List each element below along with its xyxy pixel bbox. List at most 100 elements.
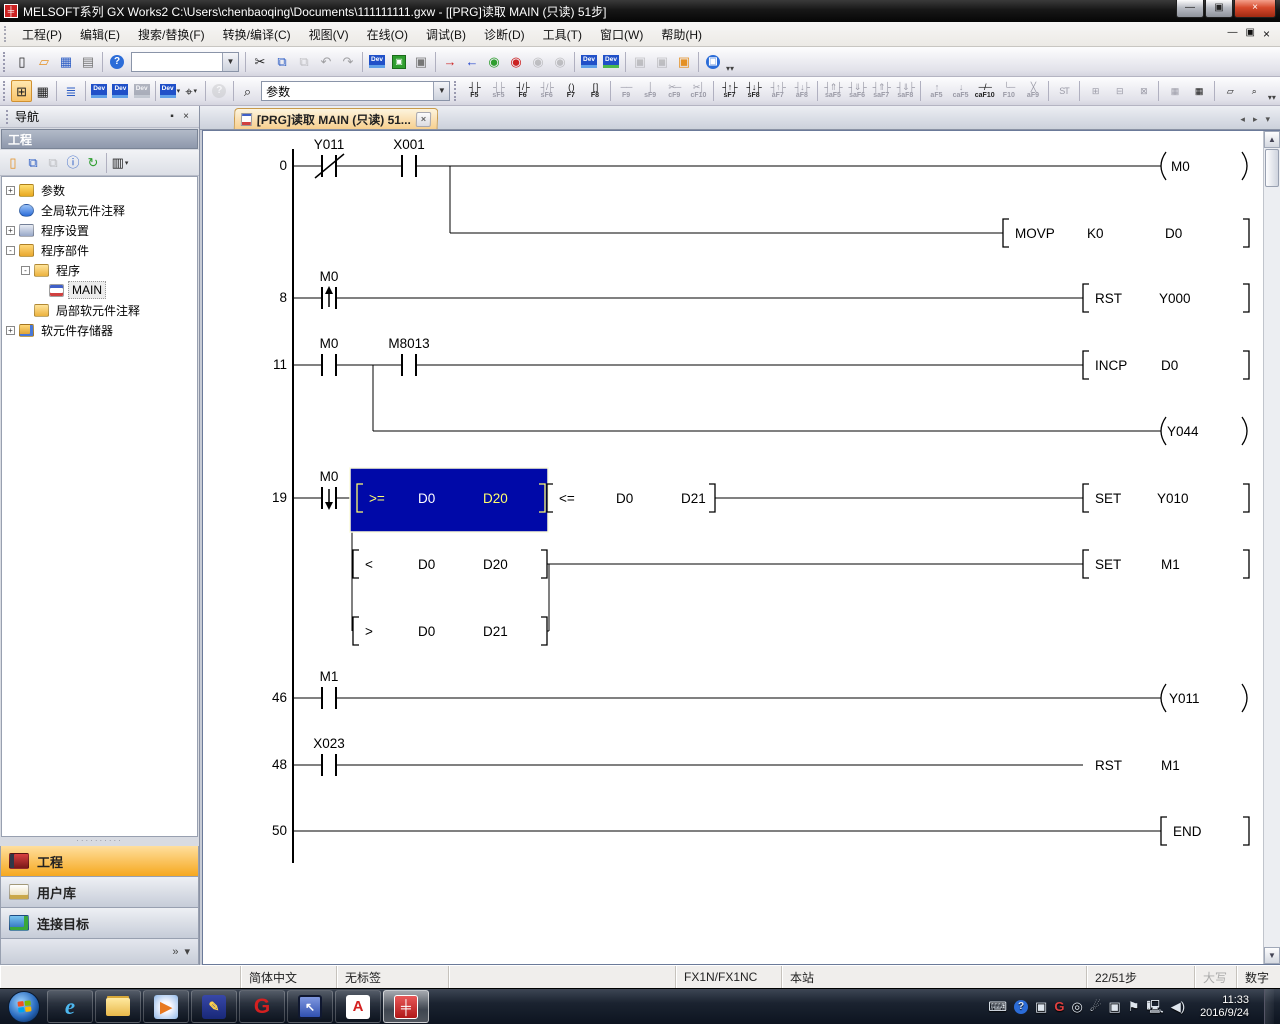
- tray-clock[interactable]: 11:33 2016/9/24: [1192, 994, 1257, 1020]
- device-batch-monitor-button[interactable]: Dev: [578, 51, 600, 73]
- window-tile-button[interactable]: ▣: [651, 51, 673, 73]
- menu-item-7[interactable]: 诊断(D): [475, 23, 534, 46]
- button-cF10[interactable]: ✂│cF10: [686, 79, 710, 104]
- tree-item-程序[interactable]: -程序: [2, 260, 197, 280]
- stack-dd-button[interactable]: ▾: [184, 945, 190, 958]
- monitor-stop-button[interactable]: ◉: [505, 51, 527, 73]
- tree-item-程序设置[interactable]: +程序设置: [2, 220, 197, 240]
- device-display-button[interactable]: Dev▾: [159, 80, 180, 102]
- designer-taskbar-button[interactable]: ✎: [191, 990, 237, 1023]
- mdi-close-button[interactable]: ×: [1263, 27, 1270, 41]
- device-list-button[interactable]: Dev: [110, 80, 131, 102]
- quick-find-combo[interactable]: ▼: [131, 52, 239, 72]
- tree-expander[interactable]: +: [6, 186, 15, 195]
- button-aF8[interactable]: ┤↓├aF8: [790, 79, 814, 104]
- expand-tray-icon[interactable]: ▣: [1035, 1000, 1047, 1013]
- pin-icon[interactable]: ▪: [165, 111, 179, 122]
- menu-item-3[interactable]: 转换/编译(C): [214, 23, 300, 46]
- button-caF10[interactable]: ─/─caF10: [973, 79, 997, 104]
- button-F7[interactable]: ( )F7: [559, 79, 583, 104]
- monitor-tray-icon[interactable]: ▣: [1108, 1000, 1120, 1013]
- redo-button[interactable]: ↷: [337, 51, 359, 73]
- maximize-button[interactable]: ▣: [1205, 0, 1233, 18]
- tab-scroll-right-icon[interactable]: ▸: [1253, 114, 1258, 125]
- button-F5[interactable]: ┤├F5: [462, 79, 486, 104]
- nav-paste-button[interactable]: ⧉: [43, 153, 63, 173]
- menu-item-6[interactable]: 调试(B): [417, 23, 475, 46]
- action-center-tray-icon[interactable]: ⚑: [1128, 1000, 1140, 1013]
- device-combo[interactable]: 参数▼: [261, 81, 450, 101]
- tree-item-局部软元件注释[interactable]: 局部软元件注释: [2, 300, 197, 320]
- button-▦[interactable]: ▦: [1187, 79, 1211, 104]
- button-sF9[interactable]: │sF9: [638, 79, 662, 104]
- monitor-write-button[interactable]: ▣: [410, 51, 432, 73]
- monitor-start-button[interactable]: ◉: [483, 51, 505, 73]
- mdi-minimize-button[interactable]: —: [1228, 27, 1238, 41]
- device-find-button[interactable]: Dev: [89, 80, 110, 102]
- close-button[interactable]: ×: [1234, 0, 1276, 18]
- nav-property-button[interactable]: ⓘ: [63, 153, 83, 173]
- menu-item-4[interactable]: 视图(V): [300, 23, 358, 46]
- tab-main-program[interactable]: [PRG]读取 MAIN (只读) 51... ×: [234, 108, 439, 129]
- network-tray-icon[interactable]: 🖳: [1146, 1000, 1163, 1013]
- explorer-taskbar-button[interactable]: [95, 990, 141, 1023]
- tab-close-icon[interactable]: ×: [416, 112, 432, 127]
- help-button[interactable]: ?: [106, 51, 128, 73]
- device-cross-reference-button[interactable]: Dev: [131, 80, 152, 102]
- find-button[interactable]: ⌕: [237, 80, 258, 102]
- ie-taskbar-button[interactable]: e: [47, 990, 93, 1023]
- button-saF6[interactable]: ┤⇓├saF6: [845, 79, 869, 104]
- button-saF5[interactable]: ┤⇑├saF5: [821, 79, 845, 104]
- panel-splitter[interactable]: ··········: [0, 837, 199, 846]
- keyboard-tray-icon[interactable]: ⌨: [988, 1000, 1007, 1013]
- stack-user-library-button[interactable]: 用户库: [0, 877, 199, 908]
- menu-item-10[interactable]: 帮助(H): [652, 23, 711, 46]
- button-aF7[interactable]: ┤↑├aF7: [766, 79, 790, 104]
- stack-more-button[interactable]: »: [172, 946, 178, 958]
- satellite-tray-icon[interactable]: ☄: [1090, 1000, 1102, 1013]
- gx-works2-taskbar-button[interactable]: ╪: [383, 990, 429, 1023]
- module-configuration-button[interactable]: ▦: [32, 80, 53, 102]
- menu-item-1[interactable]: 编辑(E): [71, 23, 129, 46]
- button-saF8[interactable]: ┤⇓├saF8: [893, 79, 917, 104]
- tree-expander[interactable]: +: [6, 326, 15, 335]
- button-ST[interactable]: ST: [1052, 79, 1076, 104]
- tree-item-MAIN[interactable]: MAIN: [2, 280, 197, 300]
- monitor-resume-button[interactable]: ◉: [549, 51, 571, 73]
- help-tray-icon[interactable]: ?: [1014, 1000, 1028, 1014]
- minimize-button[interactable]: —: [1176, 0, 1204, 18]
- button-saF7[interactable]: ┤⇑├saF7: [869, 79, 893, 104]
- open-file-button[interactable]: ▱: [33, 51, 55, 73]
- stack-project-button[interactable]: 工程: [0, 846, 199, 877]
- button-▱[interactable]: ▱: [1218, 79, 1242, 104]
- gom-taskbar-button[interactable]: G: [239, 990, 285, 1023]
- nav-copy-button[interactable]: ⧉: [23, 153, 43, 173]
- paste-button[interactable]: ⧉: [293, 51, 315, 73]
- button-sF7[interactable]: ┤↑├sF7: [717, 79, 741, 104]
- disc-tray-icon[interactable]: ◎: [1071, 1000, 1082, 1013]
- button-▦[interactable]: ▦: [1162, 79, 1186, 104]
- print-button[interactable]: ▤: [77, 51, 99, 73]
- button-sF5[interactable]: ┤├sF5: [486, 79, 510, 104]
- undo-button[interactable]: ↶: [315, 51, 337, 73]
- monitor-mode-button[interactable]: ▣: [388, 51, 410, 73]
- device-search-button[interactable]: ⌖▾: [181, 80, 202, 102]
- button-F9[interactable]: ──F9: [614, 79, 638, 104]
- tree-item-全局软元件注释[interactable]: 全局软元件注释: [2, 200, 197, 220]
- monitor-pause-button[interactable]: ◉: [527, 51, 549, 73]
- tree-item-程序部件[interactable]: -程序部件: [2, 240, 197, 260]
- mdi-restore-button[interactable]: ▣: [1246, 27, 1255, 41]
- scroll-down-icon[interactable]: ▼: [1264, 947, 1280, 964]
- button-F6[interactable]: ┤/├F6: [511, 79, 535, 104]
- pdf-reader-taskbar-button[interactable]: A: [335, 990, 381, 1023]
- list-view-button[interactable]: ≣: [60, 80, 81, 102]
- menu-item-9[interactable]: 窗口(W): [591, 23, 652, 46]
- tab-list-icon[interactable]: ▾: [1265, 114, 1270, 125]
- volume-tray-icon[interactable]: ◀): [1171, 1000, 1185, 1013]
- ladder-editor[interactable]: 0 8 11 19 46 48 50 Y011 X001 M0 M0 M8013…: [202, 130, 1280, 965]
- window-cascade-button[interactable]: ▣: [629, 51, 651, 73]
- media-player-taskbar-button[interactable]: ▶: [143, 990, 189, 1023]
- nav-close-icon[interactable]: ×: [179, 111, 193, 122]
- tree-expander[interactable]: +: [6, 226, 15, 235]
- window-arrange-button[interactable]: ▣: [673, 51, 695, 73]
